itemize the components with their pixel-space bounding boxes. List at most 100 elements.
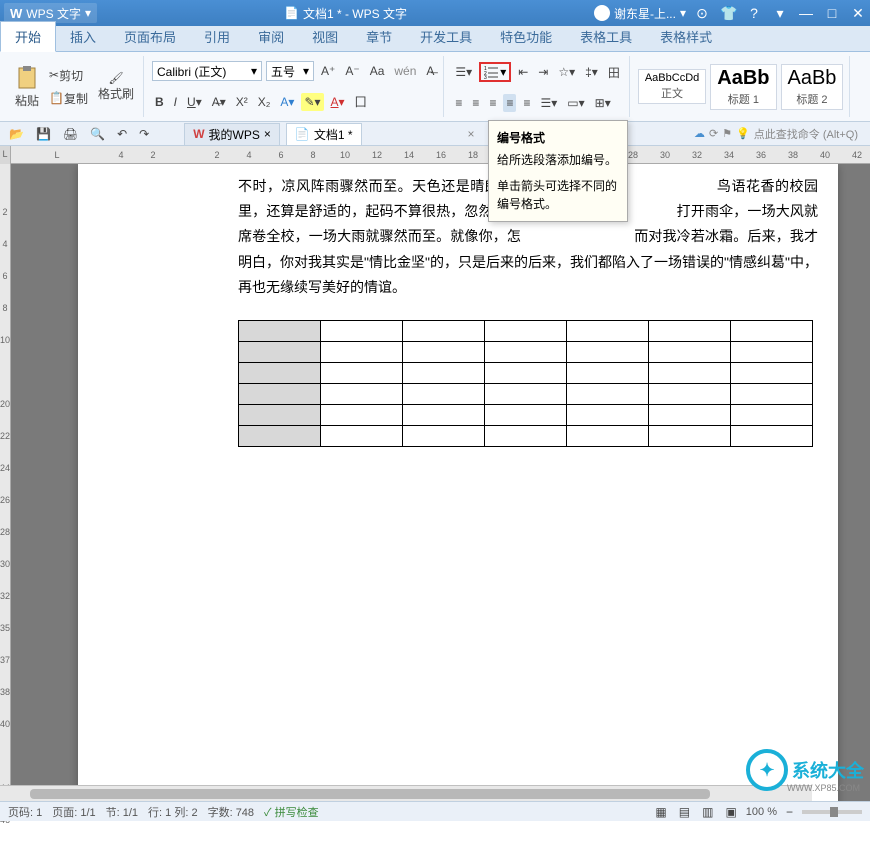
- table-row[interactable]: [239, 320, 813, 341]
- document-area[interactable]: 不时，凉风阵雨骤然而至。天色还是晴朗的，无风，阝 鸟语花香的校园里，还算是舒适的…: [11, 164, 870, 801]
- distribute-button[interactable]: ≡: [520, 94, 533, 112]
- tab-table-tools[interactable]: 表格工具: [566, 22, 646, 51]
- pin-icon[interactable]: ▾: [772, 5, 788, 22]
- style-heading1[interactable]: AaBb 标题 1: [710, 64, 776, 110]
- borders-button[interactable]: 田: [605, 62, 623, 83]
- browser-icon[interactable]: ⊙: [694, 5, 710, 22]
- paste-button[interactable]: 粘贴: [12, 62, 42, 111]
- table-row[interactable]: [239, 404, 813, 425]
- change-case-button[interactable]: Aa: [367, 62, 388, 80]
- close-tab-icon[interactable]: ×: [264, 127, 271, 141]
- superscript-button[interactable]: X²: [233, 93, 251, 111]
- status-page[interactable]: 页码: 1: [8, 804, 42, 820]
- align-right-button[interactable]: ≡: [486, 94, 499, 112]
- table-row[interactable]: [239, 362, 813, 383]
- help-icon[interactable]: ?: [746, 5, 762, 21]
- preview-button[interactable]: 🔍: [87, 125, 108, 143]
- decrease-indent-button[interactable]: ⇤: [515, 63, 531, 81]
- tab-chapter[interactable]: 章节: [352, 22, 406, 51]
- font-size-select[interactable]: 五号▾: [266, 61, 314, 81]
- status-spell[interactable]: ✓ 拼写检查: [264, 804, 319, 820]
- view-web-button[interactable]: ▤: [676, 803, 693, 821]
- user-menu[interactable]: 谢东星-上... ▾: [594, 5, 686, 22]
- view-print-button[interactable]: ▦: [652, 803, 669, 821]
- open-button[interactable]: 📂: [6, 125, 27, 143]
- justify-button[interactable]: ≡: [503, 94, 516, 112]
- shrink-font-button[interactable]: A⁻: [342, 62, 362, 80]
- tab-view[interactable]: 视图: [298, 22, 352, 51]
- align-left-button[interactable]: ≡: [452, 94, 465, 112]
- status-pages[interactable]: 页面: 1/1: [52, 804, 95, 820]
- table-row[interactable]: [239, 383, 813, 404]
- document-table[interactable]: [238, 320, 813, 447]
- tab-document[interactable]: 📄 文档1 *: [286, 123, 362, 145]
- status-section[interactable]: 节: 1/1: [106, 804, 138, 820]
- char-border-button[interactable]: 囗: [352, 91, 370, 112]
- numbering-button[interactable]: 123 ▾: [479, 62, 511, 82]
- bold-button[interactable]: B: [152, 93, 167, 111]
- status-words[interactable]: 字数: 748: [208, 804, 254, 820]
- scroll-thumb[interactable]: [30, 789, 710, 799]
- undo-button[interactable]: ↶: [114, 125, 130, 143]
- text-effects-button[interactable]: A▾: [277, 93, 297, 111]
- view-outline-button[interactable]: ▥: [699, 803, 716, 821]
- cut-button[interactable]: ✂剪切: [46, 65, 91, 86]
- align-center-button[interactable]: ≡: [469, 94, 482, 112]
- command-search[interactable]: ☁ ⟳ ⚑ 💡 点此查找命令 (Alt+Q): [694, 126, 858, 142]
- subscript-button[interactable]: X₂: [255, 93, 274, 111]
- style-normal[interactable]: AaBbCcDd 正文: [638, 69, 706, 104]
- horizontal-scrollbar[interactable]: [0, 785, 812, 801]
- highlight-button[interactable]: ✎▾: [301, 93, 323, 111]
- redo-button[interactable]: ↷: [136, 125, 152, 143]
- strike-button[interactable]: A̶▾: [209, 93, 229, 111]
- italic-button[interactable]: I: [171, 93, 180, 111]
- zoom-value[interactable]: 100 %: [746, 806, 777, 818]
- zoom-out-button[interactable]: −: [783, 803, 796, 821]
- tab-insert[interactable]: 插入: [56, 22, 110, 51]
- print-button[interactable]: 🖨: [60, 125, 81, 143]
- style-heading2[interactable]: AaBb 标题 2: [781, 64, 844, 110]
- tab-start[interactable]: 开始: [0, 21, 56, 52]
- tab-reference[interactable]: 引用: [190, 22, 244, 51]
- quick-access-bar: 📂 💾 🖨 🔍 ↶ ↷ W 我的WPS × 📄 文档1 * × + ☁ ⟳ ⚑ …: [0, 122, 870, 146]
- table-row[interactable]: [239, 425, 813, 446]
- border-dropdown-button[interactable]: ⊞▾: [592, 94, 614, 112]
- format-painter-button[interactable]: 🖌 格式刷: [95, 69, 137, 104]
- tab-layout[interactable]: 页面布局: [110, 22, 190, 51]
- scissors-icon: ✂: [49, 68, 59, 82]
- maximize-button[interactable]: □: [824, 5, 840, 21]
- asian-layout-button[interactable]: ☆▾: [555, 63, 578, 81]
- table-row[interactable]: [239, 341, 813, 362]
- shirt-icon[interactable]: 👕: [720, 5, 736, 22]
- zoom-thumb[interactable]: [830, 807, 838, 817]
- app-menu[interactable]: W WPS 文字 ▾: [4, 3, 97, 23]
- underline-button[interactable]: U▾: [184, 93, 205, 111]
- font-name-select[interactable]: Calibri (正文)▾: [152, 61, 262, 81]
- clear-format-button[interactable]: A̶: [423, 62, 437, 80]
- style-preview: AaBbCcDd: [645, 72, 699, 84]
- chevron-down-icon: ▾: [500, 65, 506, 79]
- tab-dev[interactable]: 开发工具: [406, 22, 486, 51]
- view-read-button[interactable]: ▣: [722, 803, 739, 821]
- tab-table-style[interactable]: 表格样式: [646, 22, 726, 51]
- copy-button[interactable]: 📋复制: [46, 88, 91, 109]
- style-label: 标题 1: [717, 91, 769, 107]
- para-spacing-button[interactable]: ☰▾: [537, 94, 560, 112]
- minimize-button[interactable]: —: [798, 5, 814, 21]
- tab-my-wps[interactable]: W 我的WPS ×: [184, 123, 280, 145]
- close-doc-button[interactable]: ×: [468, 127, 475, 141]
- zoom-slider[interactable]: [802, 810, 862, 814]
- bullets-button[interactable]: ☰▾: [452, 63, 475, 81]
- font-color-button[interactable]: A▾: [328, 93, 348, 111]
- tab-review[interactable]: 审阅: [244, 22, 298, 51]
- increase-indent-button[interactable]: ⇥: [535, 63, 551, 81]
- grow-font-button[interactable]: A⁺: [318, 62, 338, 80]
- tab-special[interactable]: 特色功能: [486, 22, 566, 51]
- shading-button[interactable]: ▭▾: [564, 94, 587, 112]
- status-position[interactable]: 行: 1 列: 2: [148, 804, 198, 820]
- phonetic-button[interactable]: wén: [391, 62, 419, 80]
- line-spacing-button[interactable]: ‡▾: [582, 63, 601, 81]
- save-button[interactable]: 💾: [33, 125, 54, 143]
- horizontal-ruler: L422468101214161820222426283032343638404…: [11, 146, 870, 164]
- close-button[interactable]: ✕: [850, 5, 866, 22]
